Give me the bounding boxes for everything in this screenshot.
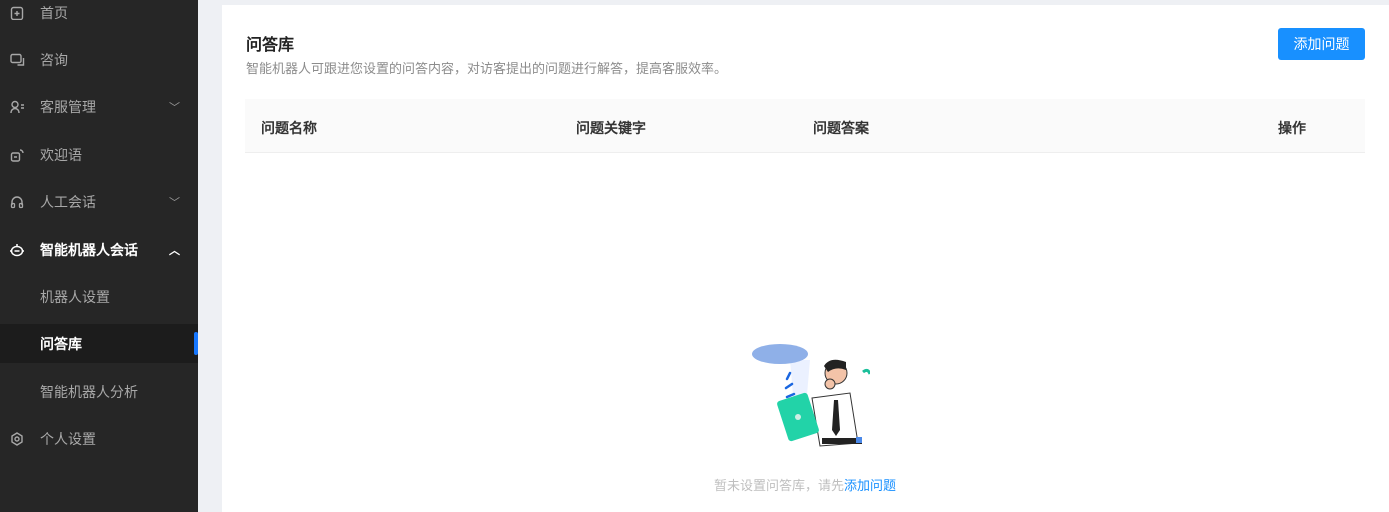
sidebar: 首页 咨询 客服管理 ﹀ 欢迎语 人工会话 ﹀ 智能机器人会话 ︿ 机器人设置 … — [0, 0, 198, 512]
robot-icon — [9, 242, 25, 258]
gear-icon — [9, 431, 25, 447]
sidebar-item-home[interactable]: 首页 — [0, 0, 198, 36]
column-question-name: 问题名称 — [261, 120, 317, 136]
add-question-link[interactable]: 添加问题 — [844, 478, 896, 493]
column-keywords: 问题关键字 — [576, 120, 646, 136]
sidebar-subitem-qa-library[interactable]: 问答库 — [0, 324, 198, 363]
sidebar-item-welcome[interactable]: 欢迎语 — [0, 131, 198, 178]
sidebar-item-service-management[interactable]: 客服管理 ﹀ — [0, 83, 198, 130]
chevron-up-icon: ︿ — [169, 244, 180, 257]
clipboard-icon — [9, 5, 25, 21]
chevron-down-icon: ﹀ — [169, 196, 180, 209]
sidebar-subitem-robot-settings[interactable]: 机器人设置 — [0, 273, 198, 320]
chat-icon — [9, 52, 25, 68]
user-list-icon — [9, 99, 25, 115]
sidebar-item-consult[interactable]: 咨询 — [0, 36, 198, 83]
chevron-down-icon: ﹀ — [169, 101, 180, 114]
qa-library-card: 问答库 智能机器人可跟进您设置的问答内容，对访客提出的问题进行解答，提高客服效率… — [222, 5, 1389, 512]
headset-icon — [9, 194, 25, 210]
welcome-icon — [9, 147, 25, 163]
column-answer: 问题答案 — [813, 120, 869, 136]
table-header: 问题名称 问题关键字 问题答案 操作 — [245, 99, 1365, 153]
sidebar-item-manual-chat[interactable]: 人工会话 ﹀ — [0, 178, 198, 225]
sidebar-item-personal-settings[interactable]: 个人设置 — [0, 415, 198, 462]
empty-state-message: 暂未设置问答库，请先添加问题 — [714, 478, 897, 493]
sidebar-subitem-robot-analysis[interactable]: 智能机器人分析 — [0, 368, 198, 415]
page-title: 问答库 — [246, 37, 295, 54]
empty-illustration — [752, 344, 870, 447]
sidebar-item-robot-chat[interactable]: 智能机器人会话 ︿ — [0, 226, 198, 273]
column-actions: 操作 — [1278, 120, 1306, 136]
page-description: 智能机器人可跟进您设置的问答内容，对访客提出的问题进行解答，提高客服效率。 — [246, 61, 728, 76]
add-question-button[interactable]: 添加问题 — [1278, 28, 1365, 60]
